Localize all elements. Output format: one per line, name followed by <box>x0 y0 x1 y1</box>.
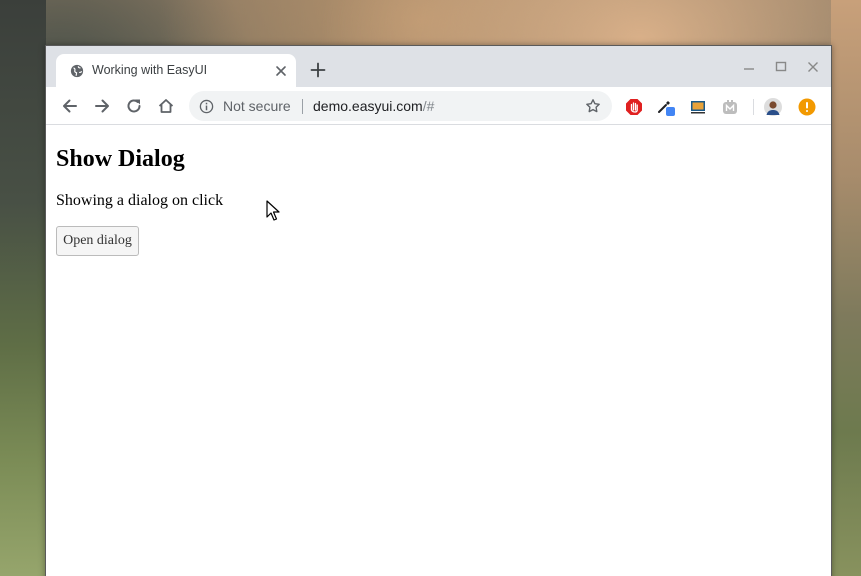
color-picker-icon[interactable] <box>657 98 675 116</box>
page-title: Show Dialog <box>56 146 185 172</box>
mouse-cursor-icon <box>266 200 280 221</box>
desktop-background-right <box>831 0 861 576</box>
desktop-background-left <box>0 0 46 576</box>
page-description: Showing a dialog on click <box>56 192 224 209</box>
browser-window: Working with EasyUI Not secure demo.easy… <box>45 45 832 576</box>
browser-toolbar: Not secure demo.easyui.com/# <box>46 87 831 125</box>
back-arrow-icon[interactable] <box>61 97 79 115</box>
alert-icon[interactable] <box>798 98 816 116</box>
profile-avatar-icon[interactable] <box>764 98 782 116</box>
close-tab-icon[interactable] <box>274 64 288 78</box>
omnibox-divider <box>302 99 303 114</box>
stop-hand-icon[interactable] <box>625 98 643 116</box>
tab-strip: Working with EasyUI <box>46 46 831 87</box>
m-extension-icon[interactable] <box>721 98 739 116</box>
close-window-icon[interactable] <box>806 60 820 74</box>
forward-arrow-icon[interactable] <box>93 97 111 115</box>
home-icon[interactable] <box>157 97 175 115</box>
toolbar-divider <box>753 99 754 115</box>
screen-capture-icon[interactable] <box>689 98 707 116</box>
info-icon[interactable] <box>199 99 214 114</box>
maximize-window-icon[interactable] <box>774 60 788 74</box>
url-text[interactable]: demo.easyui.com/# <box>313 98 434 114</box>
page-content: Show Dialog Showing a dialog on click Op… <box>46 126 831 576</box>
reload-icon[interactable] <box>125 97 143 115</box>
url-path: /# <box>422 98 435 114</box>
bookmark-star-icon[interactable] <box>585 98 601 114</box>
address-bar[interactable]: Not secure demo.easyui.com/# <box>189 91 612 121</box>
tab-active[interactable]: Working with EasyUI <box>56 54 296 87</box>
minimize-window-icon[interactable] <box>742 60 756 74</box>
tab-title: Working with EasyUI <box>92 63 208 77</box>
new-tab-plus-icon[interactable] <box>310 62 326 78</box>
open-dialog-button[interactable]: Open dialog <box>56 226 139 256</box>
security-status[interactable]: Not secure <box>223 98 291 114</box>
url-host: demo.easyui.com <box>313 98 423 114</box>
globe-icon <box>70 64 84 78</box>
